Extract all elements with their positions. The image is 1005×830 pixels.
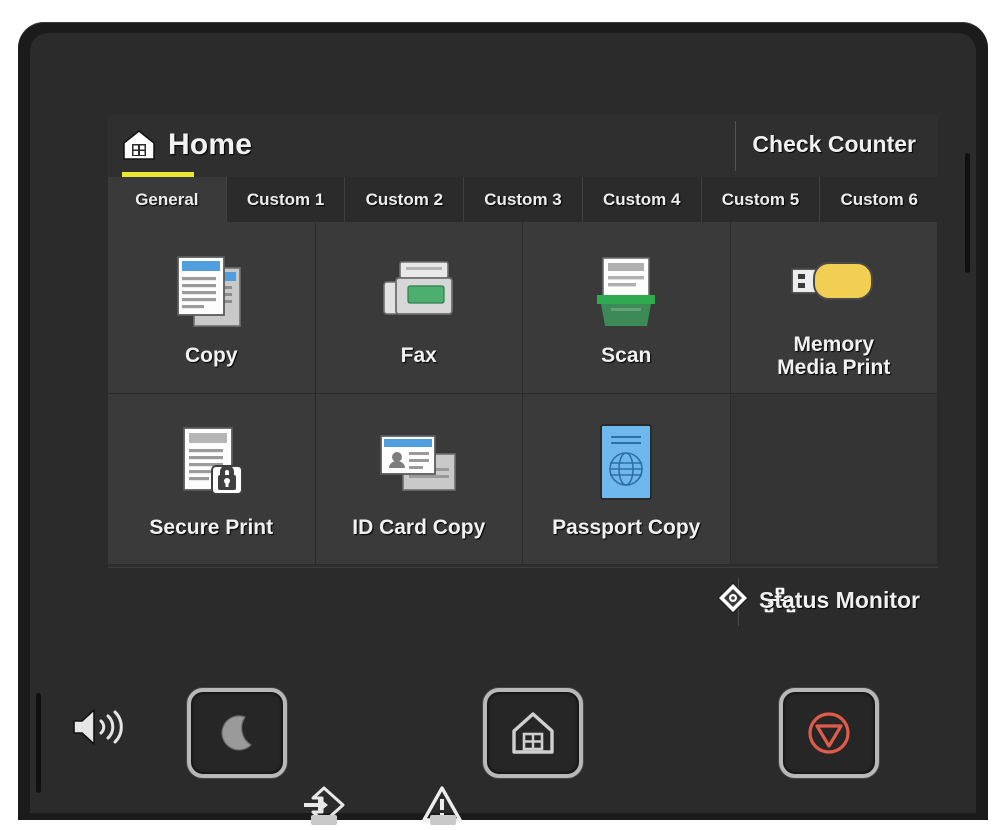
header-divider [735,121,736,171]
copy-documents-icon [168,246,254,338]
tile-scan[interactable]: Scan [523,222,731,394]
id-card-icon [373,418,465,510]
tile-secure-print-label: Secure Print [149,515,274,539]
error-indicator-notch [430,815,456,825]
fax-machine-icon [374,246,464,338]
data-indicator-notch [311,815,337,825]
stop-button[interactable] [779,688,879,778]
tab-custom-2[interactable]: Custom 2 [345,177,465,222]
memory-line-2: Media Print [777,356,891,380]
tab-general[interactable]: General [108,177,227,222]
tile-fax-label: Fax [400,344,437,368]
crescent-moon-icon [221,715,252,751]
tab-custom-6[interactable]: Custom 6 [820,177,939,222]
tile-fax[interactable]: Fax [315,222,523,394]
tile-passport-copy[interactable]: Passport Copy [523,393,731,565]
document-lock-icon [168,418,254,510]
status-monitor-diamond-icon [717,582,749,619]
status-monitor-button[interactable]: Status Monitor [717,582,920,619]
screen-header: Home Check Counter [108,115,938,177]
tile-id-card-copy[interactable]: ID Card Copy [315,393,523,565]
panel-right-seam [965,153,970,273]
printer-control-panel: Home Check Counter General Custom 1 Cust… [18,22,988,825]
touchscreen: Home Check Counter General Custom 1 Cust… [108,115,939,636]
check-counter-button[interactable]: Check Counter [752,131,916,158]
passport-book-icon [589,418,663,510]
tile-copy-label: Copy [185,344,238,368]
home-icon [512,712,554,754]
screen-status-bar: Status Monitor [108,567,938,636]
speaker-volume-icon [70,705,126,754]
page-title: Home [122,128,252,162]
tile-id-card-copy-label: ID Card Copy [352,515,486,539]
tile-scan-label: Scan [601,344,652,368]
page-title-label: Home [168,128,253,161]
home-icon [122,128,156,162]
tile-memory-media-print-label: Memory Media Print [773,333,894,380]
screenshot-root: Home Check Counter General Custom 1 Cust… [0,0,1005,825]
tab-bar: General Custom 1 Custom 2 Custom 3 Custo… [108,177,939,222]
panel-face: Home Check Counter General Custom 1 Cust… [30,33,976,825]
tile-passport-copy-label: Passport Copy [552,515,701,539]
tab-custom-5[interactable]: Custom 5 [701,177,821,222]
tab-custom-1[interactable]: Custom 1 [226,177,346,222]
memory-line-1: Memory [793,332,875,356]
tile-secure-print[interactable]: Secure Print [108,393,316,565]
stop-circle-icon [808,712,850,754]
function-tile-grid: Copy Fax Scan Memory Media Print Secure … [108,222,938,565]
tile-copy[interactable]: Copy [108,222,316,394]
panel-left-seam [36,693,41,793]
status-monitor-label: Status Monitor [759,587,920,613]
usb-drive-icon [784,235,884,327]
tab-custom-3[interactable]: Custom 3 [464,177,583,222]
sleep-button[interactable] [187,688,287,778]
tile-memory-media-print[interactable]: Memory Media Print [730,222,938,394]
scanner-icon [583,246,669,338]
tile-empty-slot [730,393,938,565]
tab-custom-4[interactable]: Custom 4 [582,177,702,222]
home-button[interactable] [483,688,583,778]
